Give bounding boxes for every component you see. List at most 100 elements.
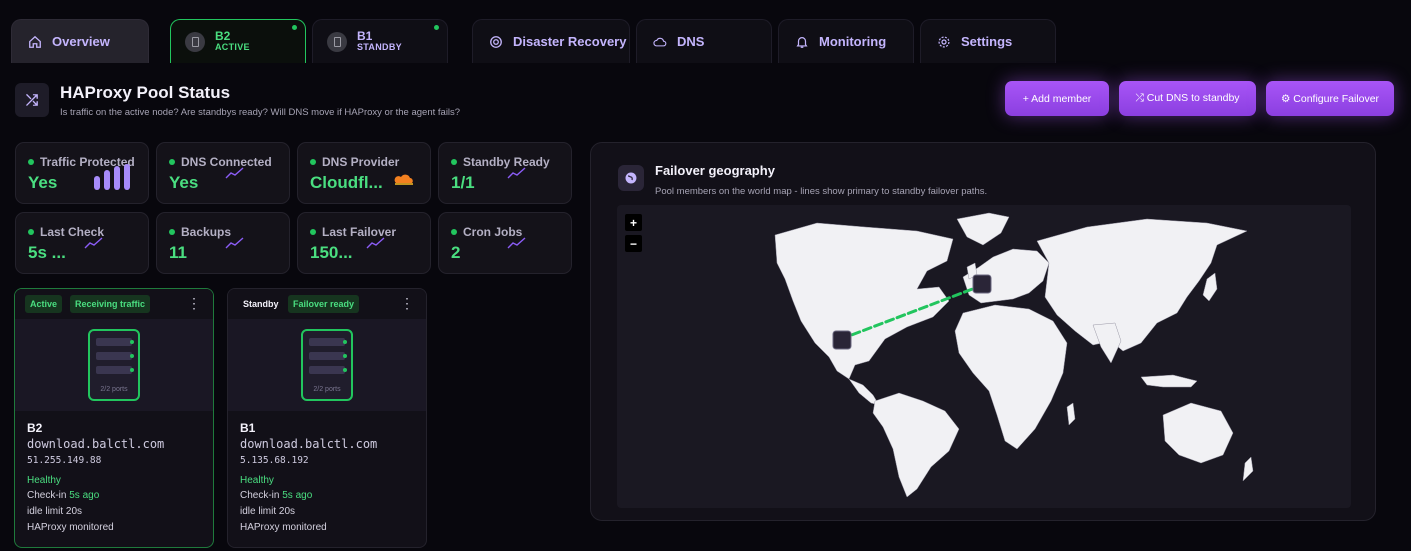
globe-icon [618, 165, 644, 191]
zoom-out-button[interactable]: − [625, 235, 642, 252]
gear-icon [938, 35, 950, 48]
node-name: B1 [240, 421, 256, 435]
node-name: B2 [27, 421, 43, 435]
checkin-label: Check-in [27, 490, 70, 501]
tab-overview[interactable]: Overview [11, 19, 149, 63]
status-dot [28, 229, 34, 235]
server-icon [327, 31, 347, 52]
status-dot [434, 25, 439, 30]
trend-icon [507, 167, 526, 179]
idle-limit: idle limit 20s [27, 506, 83, 517]
tab-node-b1[interactable]: B1 STANDBY [312, 19, 448, 63]
tab-settings[interactable]: Settings [920, 19, 1056, 63]
monitor-status: HAProxy monitored [27, 522, 114, 533]
node-host: download.balctl.com [240, 437, 378, 451]
configure-failover-button[interactable]: ⚙ Configure Failover [1266, 81, 1394, 116]
stat-value: 11 [169, 243, 187, 262]
tab-disaster-recovery[interactable]: Disaster Recovery [472, 19, 630, 63]
node-card-b1[interactable]: Standby Failover ready ⋮ 2/2 ports B1 do… [227, 288, 427, 548]
page-subtitle: Is traffic on the active node? Are stand… [60, 107, 461, 118]
failover-badge: Failover ready [288, 295, 360, 313]
tab-node-b2[interactable]: B2 ACTIVE [170, 19, 306, 63]
status-dot [451, 229, 457, 235]
top-tabs: Overview B2 ACTIVE B1 STANDBY Disaster R… [0, 0, 1411, 64]
status-dot [451, 159, 457, 165]
stat-last-failover: Last Failover 150... [297, 212, 431, 274]
traffic-badge: Receiving traffic [70, 295, 151, 313]
cut-dns-button[interactable]: ⤮ Cut DNS to standby [1119, 81, 1256, 116]
node-name: B1 [357, 28, 373, 43]
tab-label: Settings [961, 34, 1013, 49]
health-status: Healthy [27, 475, 61, 486]
geo-title: Failover geography [655, 163, 775, 178]
tab-monitoring[interactable]: Monitoring [778, 19, 914, 63]
shuffle-icon: ⤮ [15, 83, 49, 117]
bar-chart-icon [94, 164, 130, 190]
trend-icon [507, 237, 526, 249]
stat-backups: Backups 11 [156, 212, 290, 274]
stat-label: DNS Provider [322, 155, 400, 169]
status-dot [28, 159, 34, 165]
more-menu-icon[interactable]: ⋮ [400, 296, 414, 310]
tab-overview-label: Overview [52, 34, 110, 49]
status-dot [292, 25, 297, 30]
stat-value: 5s ... [28, 243, 66, 262]
stat-last-check: Last Check 5s ... [15, 212, 149, 274]
bell-icon [796, 36, 808, 48]
node-host: download.balctl.com [27, 437, 165, 451]
stat-dns-connected: DNS Connected Yes [156, 142, 290, 204]
checkin-line: Check-in 5s ago [27, 490, 99, 501]
node-card-b2[interactable]: Active Receiving traffic ⋮ 2/2 ports B2 … [14, 288, 214, 548]
tab-label: Disaster Recovery [513, 34, 627, 49]
stat-dns-provider: DNS Provider Cloudfl... [297, 142, 431, 204]
stat-cron-jobs: Cron Jobs 2 [438, 212, 572, 274]
cloud-icon [653, 37, 667, 46]
status-dot [169, 159, 175, 165]
tab-dns[interactable]: DNS [636, 19, 772, 63]
stat-traffic-protected: Traffic Protected Yes [15, 142, 149, 204]
world-map[interactable]: + − [617, 205, 1351, 508]
node-ip: 51.255.149.88 [27, 455, 102, 466]
trend-icon [366, 237, 385, 249]
health-status: Healthy [240, 475, 274, 486]
monitor-status: HAProxy monitored [240, 522, 327, 533]
tab-label: Monitoring [819, 34, 887, 49]
stat-value: Yes [169, 173, 199, 192]
status-dot [169, 229, 175, 235]
zoom-in-button[interactable]: + [625, 214, 642, 231]
stat-value: 2 [451, 243, 461, 262]
world-map-graphic [774, 212, 1254, 498]
server-illustration: 2/2 ports [301, 329, 353, 401]
ports-label: 2/2 ports [313, 386, 341, 393]
checkin-value: 5s ago [69, 490, 100, 501]
stat-value: Yes [28, 173, 58, 192]
more-menu-icon[interactable]: ⋮ [187, 296, 201, 310]
page-title: HAProxy Pool Status [60, 83, 231, 102]
node-status: ACTIVE [215, 41, 250, 52]
checkin-line: Check-in 5s ago [240, 490, 312, 501]
status-badge: Standby [238, 295, 284, 313]
ports-label: 2/2 ports [100, 386, 128, 393]
stat-value: 1/1 [451, 173, 475, 192]
lifebuoy-icon [490, 35, 502, 48]
node-name: B2 [215, 28, 231, 43]
status-badge: Active [25, 295, 63, 313]
cloudflare-icon [394, 174, 413, 185]
stat-value: Cloudfl... [310, 173, 383, 192]
trend-icon [84, 237, 103, 249]
status-dot [310, 159, 316, 165]
add-member-button[interactable]: + Add member [1005, 81, 1109, 116]
tab-label: DNS [677, 34, 705, 49]
failover-geography-panel: Failover geography Pool members on the w… [590, 142, 1376, 521]
stat-standby-ready: Standby Ready 1/1 [438, 142, 572, 204]
geo-subtitle: Pool members on the world map - lines sh… [655, 186, 988, 197]
trend-icon [225, 167, 244, 179]
stat-value: 150... [310, 243, 353, 262]
idle-limit: idle limit 20s [240, 506, 296, 517]
home-icon [29, 35, 41, 48]
checkin-value: 5s ago [282, 490, 313, 501]
stat-label: Backups [181, 225, 232, 239]
server-illustration: 2/2 ports [88, 329, 140, 401]
node-status: STANDBY [357, 41, 402, 52]
server-icon [185, 31, 205, 52]
